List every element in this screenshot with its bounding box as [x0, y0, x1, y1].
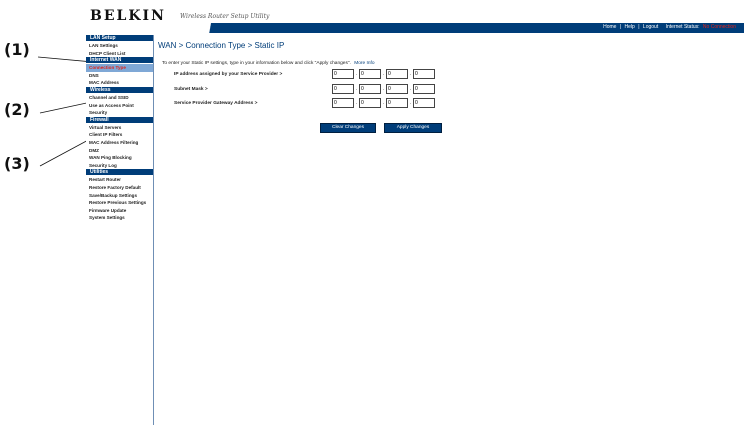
- sidebar-item-system-settings[interactable]: System Settings: [86, 214, 153, 222]
- sidebar-item-wan-ping-blocking[interactable]: WAN Ping Blocking: [86, 154, 153, 162]
- subnet-mask-fields: . . .: [332, 84, 435, 94]
- belkin-logo: BELKIN: [90, 8, 166, 24]
- internet-status-label: Internet Status:: [665, 24, 700, 30]
- sidebar-item-restart-router[interactable]: Restart Router: [86, 176, 153, 184]
- sidebar-section-firewall[interactable]: Firewall: [86, 116, 153, 123]
- instructions-text: To enter your Static IP settings, type i…: [162, 61, 351, 66]
- home-link[interactable]: Home: [603, 24, 616, 30]
- sidebar-section-internet-wan[interactable]: Internet WAN: [86, 57, 153, 64]
- utility-subtitle: Wireless Router Setup Utility: [180, 13, 270, 20]
- sidebar-item-firmware-update[interactable]: Firmware Update: [86, 207, 153, 215]
- page-title: WAN > Connection Type > Static IP: [158, 41, 285, 50]
- sidebar-item-security[interactable]: Security: [86, 109, 153, 117]
- clear-changes-button[interactable]: Clear Changes: [320, 123, 376, 133]
- sidebar-section-utilities[interactable]: Utilities: [86, 169, 153, 176]
- gateway-octet-2-input[interactable]: [359, 98, 381, 108]
- sidebar-item-security-log[interactable]: Security Log: [86, 162, 153, 170]
- internet-status-value: No Connection: [702, 24, 736, 30]
- gateway-octet-1-input[interactable]: [332, 98, 354, 108]
- gateway-octet-3-input[interactable]: [386, 98, 408, 108]
- logout-link[interactable]: Logout: [643, 24, 658, 30]
- link-separator: |: [638, 24, 640, 30]
- header: BELKIN Wireless Router Setup Utility Hom…: [86, 0, 744, 34]
- sidebar-item-mac-address[interactable]: MAC Address: [86, 79, 153, 87]
- sidebar-item-mac-filtering[interactable]: MAC Address Filtering: [86, 139, 153, 147]
- callout-1: (1): [4, 40, 30, 59]
- subnet-octet-3-input[interactable]: [386, 84, 408, 94]
- sidebar-item-connection-type[interactable]: Connection Type: [86, 64, 153, 72]
- sidebar-item-save-backup[interactable]: Save/Backup Settings: [86, 192, 153, 200]
- subnet-octet-1-input[interactable]: [332, 84, 354, 94]
- sidebar-item-channel-ssid[interactable]: Channel and SSID: [86, 94, 153, 102]
- sidebar-item-virtual-servers[interactable]: Virtual Servers: [86, 124, 153, 132]
- apply-changes-button[interactable]: Apply Changes: [384, 123, 442, 133]
- link-separator: |: [619, 24, 622, 30]
- callout-3: (3): [4, 154, 30, 173]
- sidebar-item-dhcp-client-list[interactable]: DHCP Client List: [86, 50, 153, 58]
- sidebar-item-restore-previous[interactable]: Restore Previous Settings: [86, 199, 153, 207]
- help-link[interactable]: Help: [625, 24, 635, 30]
- more-info-link[interactable]: More Info: [354, 61, 374, 66]
- sidebar-item-access-point[interactable]: Use as Access Point: [86, 102, 153, 110]
- sidebar-section-wireless[interactable]: Wireless: [86, 86, 153, 93]
- subnet-mask-label: Subnet Mask >: [174, 87, 208, 92]
- callout-2: (2): [4, 100, 30, 119]
- sidebar-section-lan-setup[interactable]: LAN Setup: [86, 35, 153, 41]
- sidebar: LAN Setup LAN Settings DHCP Client List …: [86, 35, 154, 425]
- router-setup-window: BELKIN Wireless Router Setup Utility Hom…: [86, 0, 744, 425]
- sidebar-item-restore-factory[interactable]: Restore Factory Default: [86, 184, 153, 192]
- gateway-address-label: Service Provider Gateway Address >: [174, 101, 258, 106]
- gateway-address-fields: . . .: [332, 98, 435, 108]
- main-content: WAN > Connection Type > Static IP To ent…: [154, 35, 744, 425]
- ip-address-fields: . . .: [332, 69, 435, 79]
- ip-octet-2-input[interactable]: [359, 69, 381, 79]
- ip-octet-3-input[interactable]: [386, 69, 408, 79]
- sidebar-item-dns[interactable]: DNS: [86, 72, 153, 80]
- ip-octet-1-input[interactable]: [332, 69, 354, 79]
- sidebar-item-lan-settings[interactable]: LAN Settings: [86, 42, 153, 50]
- subnet-octet-2-input[interactable]: [359, 84, 381, 94]
- subnet-octet-4-input[interactable]: [413, 84, 435, 94]
- sidebar-item-dmz[interactable]: DMZ: [86, 147, 153, 155]
- instructions: To enter your Static IP settings, type i…: [162, 61, 375, 66]
- sidebar-item-client-ip-filters[interactable]: Client IP Filters: [86, 131, 153, 139]
- gateway-octet-4-input[interactable]: [413, 98, 435, 108]
- top-links: Home | Help | Logout Internet Status: No…: [601, 24, 736, 30]
- ip-octet-4-input[interactable]: [413, 69, 435, 79]
- ip-address-label: IP address assigned by your Service Prov…: [174, 72, 283, 77]
